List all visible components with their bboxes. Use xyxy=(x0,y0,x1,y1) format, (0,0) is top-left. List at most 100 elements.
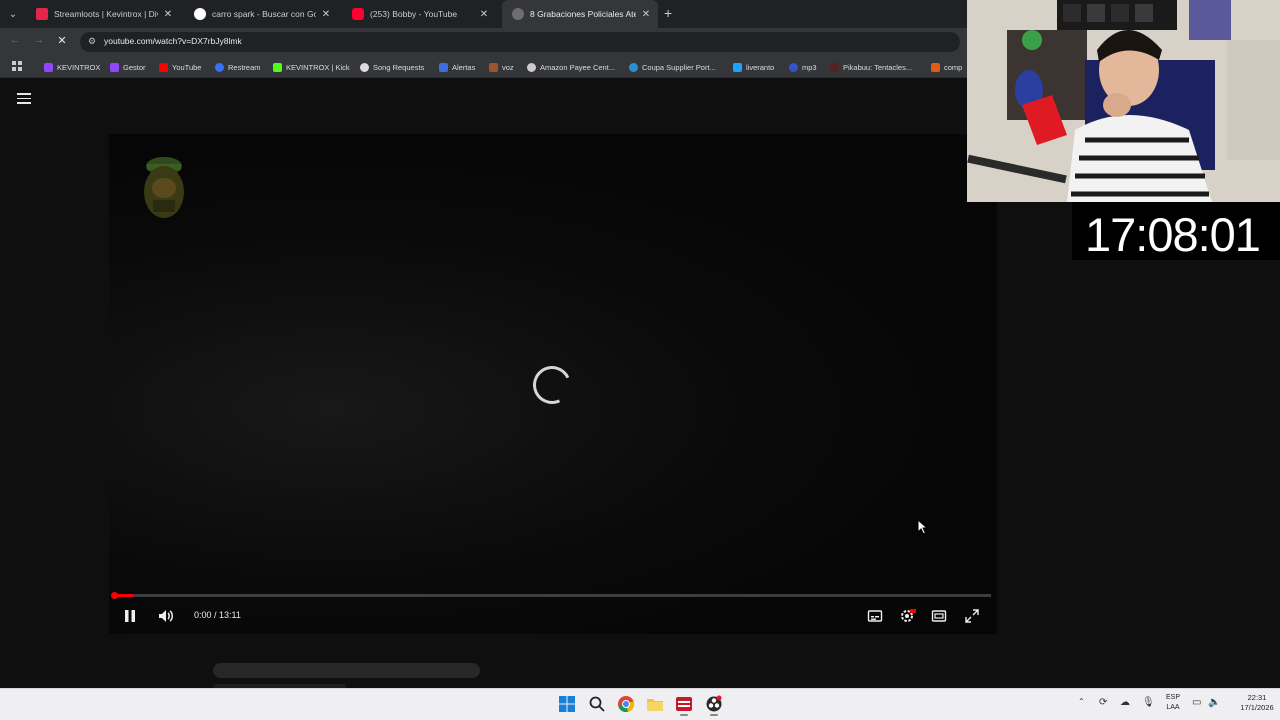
bookmark-label: comp xyxy=(944,62,963,72)
close-tab-icon[interactable]: ✕ xyxy=(320,9,332,20)
bookmark-label: liveranto xyxy=(746,62,775,72)
bookmark-favicon-icon xyxy=(931,62,940,72)
browser-tab[interactable]: (253) Bobby - YouTube ✕ xyxy=(342,0,496,28)
google-favicon-icon xyxy=(194,8,206,20)
speaker-icon[interactable]: 🔈 xyxy=(1208,697,1220,708)
bookmark-label: Gestor xyxy=(123,62,146,72)
browser-tab-active[interactable]: 8 Grabaciones Policiales Aterrad ✕ xyxy=(502,0,658,28)
pause-icon[interactable] xyxy=(123,608,137,624)
apps-grid-icon[interactable] xyxy=(12,61,22,71)
language-indicator[interactable]: ESP LAA xyxy=(1163,693,1183,713)
cloud-icon[interactable]: ☁ xyxy=(1120,697,1130,708)
back-arrow-icon[interactable]: ← xyxy=(8,34,22,50)
volume-icon[interactable] xyxy=(157,608,175,624)
streamloots-favicon-icon xyxy=(36,8,48,20)
bookmark-favicon-icon xyxy=(733,62,742,72)
bookmark-item[interactable]: voz xyxy=(489,60,514,74)
fullscreen-icon[interactable] xyxy=(964,608,980,624)
voicemod-icon[interactable] xyxy=(675,695,693,713)
bookmark-favicon-icon xyxy=(489,62,498,72)
bookmark-favicon-icon xyxy=(629,62,638,72)
running-indicator xyxy=(680,714,688,716)
browser-tab[interactable]: carro spark - Buscar con Google ✕ xyxy=(184,0,338,28)
mouse-cursor-icon xyxy=(917,519,929,535)
tab-title: 8 Grabaciones Policiales Aterrad xyxy=(530,9,636,19)
settings-gear-icon[interactable] xyxy=(899,608,917,624)
system-clock[interactable]: 22:31 17/1/2026 xyxy=(1240,693,1274,713)
bookmark-item[interactable]: YouTube xyxy=(159,60,201,74)
obs-icon[interactable] xyxy=(705,695,723,713)
search-icon[interactable] xyxy=(588,695,606,713)
tab-title: (253) Bobby - YouTube xyxy=(370,9,458,19)
bookmark-label: mp3 xyxy=(802,62,817,72)
bookmark-item[interactable]: Amazon Payee Cent... xyxy=(527,60,615,74)
bookmark-item[interactable]: liveranto xyxy=(733,60,774,74)
loading-favicon-icon xyxy=(512,8,524,20)
bookmark-item[interactable]: Pikabuu: Tentacles... xyxy=(830,60,912,74)
youtube-favicon-icon xyxy=(352,8,364,20)
browser-tab[interactable]: Streamloots | Kevintrox | Divién ✕ xyxy=(26,0,180,28)
webcam-feed-image xyxy=(967,0,1280,202)
site-info-icon[interactable]: ⚙ xyxy=(88,36,99,47)
tab-search-chevron-icon[interactable]: ⌄ xyxy=(4,5,22,23)
bookmark-favicon-icon xyxy=(273,62,282,72)
tab-title: carro spark - Buscar con Google xyxy=(212,9,316,19)
close-tab-icon[interactable]: ✕ xyxy=(478,9,490,20)
bookmark-favicon-icon xyxy=(360,62,369,72)
bookmark-favicon-icon xyxy=(215,62,224,72)
windows-taskbar xyxy=(0,688,1280,720)
bookmark-item[interactable]: mp3 xyxy=(789,60,817,74)
bookmark-item[interactable]: KEVINTROX | Kick xyxy=(273,60,350,74)
address-bar-url[interactable]: youtube.com/watch?v=DX7rbJy8lmk xyxy=(104,36,242,46)
microphone-icon[interactable]: 🎙 xyxy=(1142,697,1155,708)
bookmark-favicon-icon xyxy=(830,62,839,72)
chrome-icon[interactable] xyxy=(617,695,635,713)
bookmark-item[interactable]: Restream xyxy=(215,60,261,74)
sync-icon[interactable]: ⟳ xyxy=(1099,697,1107,708)
bookmark-item[interactable]: Alertas xyxy=(439,60,475,74)
subtitles-icon[interactable] xyxy=(867,608,883,624)
bookmark-label: Restream xyxy=(228,62,261,72)
network-icon[interactable]: ▭ xyxy=(1192,697,1201,708)
bookmark-favicon-icon xyxy=(159,62,168,72)
forward-arrow-icon[interactable]: → xyxy=(32,34,46,50)
progress-bar[interactable] xyxy=(115,594,991,597)
bookmark-favicon-icon xyxy=(439,62,448,72)
bookmark-favicon-icon xyxy=(789,62,798,72)
new-tab-plus-icon[interactable]: + xyxy=(664,6,678,22)
running-indicator xyxy=(710,714,718,716)
bookmark-label: Song Requests xyxy=(373,62,425,72)
bookmark-label: YouTube xyxy=(172,62,202,72)
show-hidden-icons-chevron-icon[interactable]: ⌃ xyxy=(1078,697,1085,706)
bookmark-item[interactable]: Song Requests xyxy=(360,60,424,74)
theater-mode-icon[interactable] xyxy=(931,608,947,624)
system-date: 17/1/2026 xyxy=(1240,703,1274,712)
channel-watermark-icon xyxy=(144,157,184,218)
stop-loading-icon[interactable]: ✕ xyxy=(55,34,69,50)
bookmark-label: Amazon Payee Cent... xyxy=(540,62,616,72)
bookmark-item[interactable]: Gestor xyxy=(110,60,146,74)
video-player[interactable]: 0:00 / 13:11 xyxy=(109,134,997,634)
title-placeholder xyxy=(213,663,480,678)
keyboard-layout: LAA xyxy=(1166,704,1180,711)
menu-hamburger-icon[interactable] xyxy=(17,93,31,104)
bookmark-item[interactable]: comp xyxy=(931,60,967,74)
bookmark-label: Alertas xyxy=(452,62,476,72)
bookmark-label: Pikabuu: Tentacles... xyxy=(843,62,913,72)
file-explorer-icon[interactable] xyxy=(646,695,664,713)
windows-start-icon[interactable] xyxy=(558,695,576,713)
tab-title: Streamloots | Kevintrox | Divién xyxy=(54,9,158,19)
close-tab-icon[interactable]: ✕ xyxy=(640,9,652,20)
progress-scrubber[interactable] xyxy=(111,592,118,599)
language-code: ESP xyxy=(1165,694,1180,701)
close-tab-icon[interactable]: ✕ xyxy=(162,9,174,20)
bookmark-label: KEVINTROX xyxy=(57,62,101,72)
system-time: 22:31 xyxy=(1247,693,1267,702)
bookmark-label: Coupa Supplier Port... xyxy=(642,62,716,72)
bookmark-item[interactable]: Coupa Supplier Port... xyxy=(629,60,716,74)
bookmark-favicon-icon xyxy=(527,62,536,72)
bookmark-favicon-icon xyxy=(110,62,119,72)
bookmark-item[interactable]: KEVINTROX xyxy=(44,60,100,74)
time-display: 0:00 / 13:11 xyxy=(194,610,241,620)
bookmark-label: KEVINTROX | Kick xyxy=(286,62,350,72)
